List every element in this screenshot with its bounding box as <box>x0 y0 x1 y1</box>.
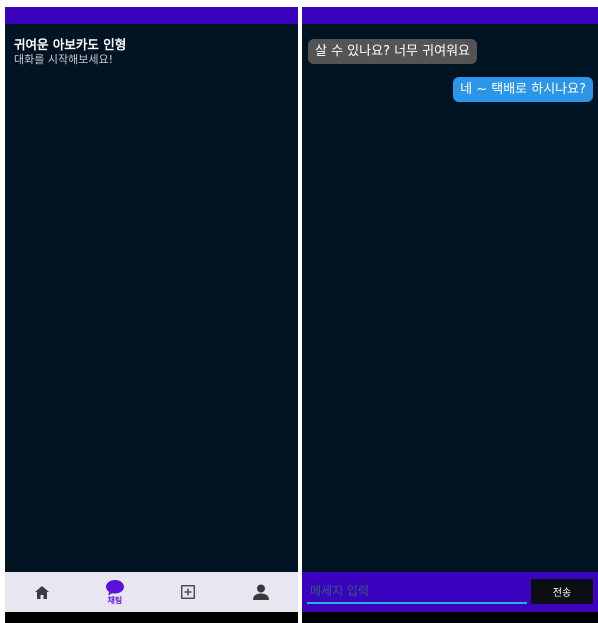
status-bar <box>302 7 598 24</box>
status-bar <box>5 7 298 24</box>
message-composer: 전송 <box>302 572 598 612</box>
send-button[interactable]: 전송 <box>531 579 593 604</box>
nav-item-chat[interactable]: 채팅 <box>90 572 140 612</box>
chat-bubble-icon <box>105 579 124 595</box>
nav-item-profile[interactable] <box>236 572 286 612</box>
system-nav-bar <box>302 612 598 623</box>
system-nav-bar <box>5 612 298 623</box>
nav-item-home[interactable] <box>17 572 67 612</box>
nav-item-add[interactable] <box>163 572 213 612</box>
chat-list-item[interactable]: 귀여운 아보카도 인형 대화를 시작해보세요! <box>14 37 284 67</box>
message-list: 살 수 있나요? 너무 귀여워요 네 ~ 택배로 하시나요? <box>302 24 598 572</box>
chat-item-preview: 대화를 시작해보세요! <box>14 53 113 66</box>
home-icon <box>34 585 49 599</box>
person-icon <box>253 584 270 600</box>
chat-item-title: 귀여운 아보카도 인형 <box>14 37 127 52</box>
nav-label-chat: 채팅 <box>107 595 123 605</box>
outgoing-message: 네 ~ 택배로 하시나요? <box>453 77 593 102</box>
add-box-icon <box>181 585 196 599</box>
message-input[interactable] <box>307 580 527 604</box>
bottom-nav: 채팅 <box>5 572 298 612</box>
incoming-message: 살 수 있나요? 너무 귀여워요 <box>308 39 477 64</box>
chat-list: 귀여운 아보카도 인형 대화를 시작해보세요! <box>5 24 298 572</box>
chat-room-screen: 살 수 있나요? 너무 귀여워요 네 ~ 택배로 하시나요? 전송 <box>302 7 598 623</box>
chat-list-screen: 귀여운 아보카도 인형 대화를 시작해보세요! 채팅 <box>5 7 298 623</box>
